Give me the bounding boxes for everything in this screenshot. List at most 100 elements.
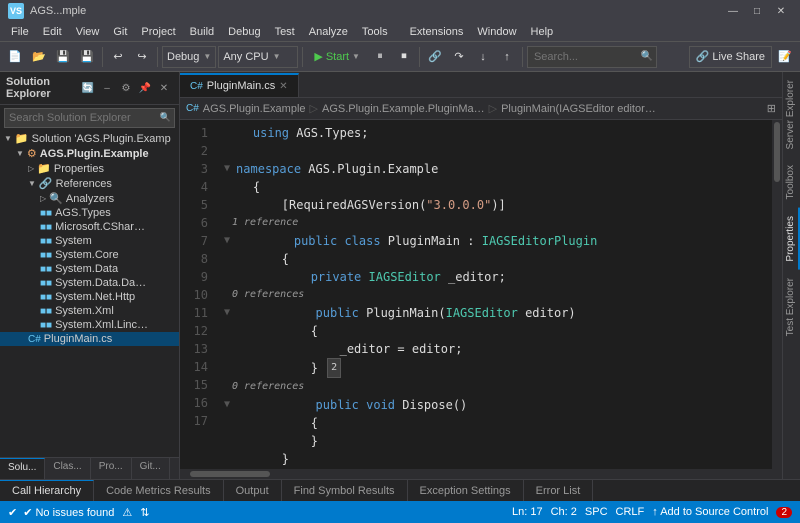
se-pin-btn[interactable]: 📌 bbox=[136, 79, 154, 97]
tab-solution[interactable]: Solu... bbox=[0, 458, 45, 479]
menu-tools[interactable]: Tools bbox=[355, 24, 395, 40]
maximize-button[interactable]: □ bbox=[746, 2, 768, 20]
new-project-btn[interactable]: 📄 bbox=[4, 46, 26, 68]
tree-arrow-references: ▼ bbox=[28, 179, 36, 188]
vsb-thumb[interactable] bbox=[774, 122, 780, 182]
se-refresh-btn[interactable]: 🔄 bbox=[79, 79, 97, 97]
menu-debug[interactable]: Debug bbox=[221, 24, 267, 40]
feedback-btn[interactable]: 📝 bbox=[774, 46, 796, 68]
menu-project[interactable]: Project bbox=[134, 24, 182, 40]
tree-item-references[interactable]: ▼ 🔗 References bbox=[0, 176, 179, 191]
debug-mode-dropdown[interactable]: Debug ▼ bbox=[162, 46, 216, 68]
tree-item-systemXml[interactable]: ■■ System.Xml bbox=[0, 304, 179, 318]
right-tab-toolbox[interactable]: Toolbox bbox=[783, 157, 800, 207]
editor-tab-pluginMain[interactable]: C# PluginMain.cs ✕ bbox=[180, 73, 299, 97]
breadcrumb-3[interactable]: PluginMain(IAGSEditor editor… bbox=[501, 103, 656, 115]
editor-tab-close[interactable]: ✕ bbox=[279, 81, 287, 92]
status-col: Ch: 2 bbox=[551, 506, 577, 518]
menu-window[interactable]: Window bbox=[470, 24, 523, 40]
code-editor[interactable]: using AGS.Types; ▼ namespace AGS.Plugin.… bbox=[216, 120, 772, 469]
start-button[interactable]: ▶ Start ▼ bbox=[307, 46, 367, 68]
menu-extensions[interactable]: Extensions bbox=[403, 24, 471, 40]
breadcrumb-2[interactable]: AGS.Plugin.Example.PluginMa… bbox=[322, 103, 485, 115]
code-line-4: { bbox=[224, 178, 764, 196]
menu-test[interactable]: Test bbox=[268, 24, 302, 40]
system-label: System bbox=[55, 235, 92, 247]
project-label: AGS.Plugin.Example bbox=[40, 148, 149, 160]
menu-view[interactable]: View bbox=[69, 24, 107, 40]
code-line-6: ▼ public class PluginMain : IAGSEditorPl… bbox=[224, 232, 764, 250]
minimize-button[interactable]: — bbox=[722, 2, 744, 20]
tree-item-systemNet[interactable]: ■■ System.Net.Http bbox=[0, 290, 179, 304]
hscrollbar[interactable] bbox=[180, 469, 782, 479]
tree-item-solution[interactable]: ▼ 📁 Solution 'AGS.Plugin.Examp bbox=[0, 131, 179, 146]
tree-item-properties[interactable]: ▷ 📁 Properties bbox=[0, 161, 179, 176]
title-bar: VS AGS...mple — □ ✕ bbox=[0, 0, 800, 22]
search-input[interactable] bbox=[527, 46, 657, 68]
platform-dropdown[interactable]: Any CPU ▼ bbox=[218, 46, 298, 68]
tab-git[interactable]: Git... bbox=[132, 458, 170, 479]
bottom-tab-findSymbol[interactable]: Find Symbol Results bbox=[282, 480, 408, 501]
tree-item-systemXmlLinc[interactable]: ■■ System.Xml.Linc… bbox=[0, 318, 179, 332]
bottom-tab-output[interactable]: Output bbox=[224, 480, 282, 501]
tab-pro[interactable]: Pro... bbox=[91, 458, 132, 479]
sep2 bbox=[157, 47, 158, 67]
right-tab-test-explorer[interactable]: Test Explorer bbox=[783, 270, 800, 344]
sep3 bbox=[302, 47, 303, 67]
menu-analyze[interactable]: Analyze bbox=[302, 24, 355, 40]
live-share-button[interactable]: 🔗 Live Share bbox=[689, 46, 772, 68]
menu-help[interactable]: Help bbox=[524, 24, 561, 40]
tree-item-project[interactable]: ▼ ⚙ AGS.Plugin.Example bbox=[0, 146, 179, 161]
right-tab-server-explorer[interactable]: Server Explorer bbox=[783, 72, 800, 157]
systemDataDa-label: System.Data.Da… bbox=[55, 277, 146, 289]
solution-search-input[interactable] bbox=[4, 108, 175, 128]
menu-build[interactable]: Build bbox=[183, 24, 221, 40]
tab-class[interactable]: Clas... bbox=[45, 458, 90, 479]
code-line-11: _editor = editor; bbox=[224, 340, 764, 358]
tree-item-systemDataDa[interactable]: ■■ System.Data.Da… bbox=[0, 276, 179, 290]
tree-item-systemData[interactable]: ■■ System.Data bbox=[0, 262, 179, 276]
code-line-9: ▼ public PluginMain(IAGSEditor editor) bbox=[224, 304, 764, 322]
se-close-btn[interactable]: ✕ bbox=[155, 79, 173, 97]
tree-item-system[interactable]: ■■ System bbox=[0, 234, 179, 248]
vertical-scrollbar[interactable] bbox=[772, 120, 782, 469]
save-btn[interactable]: 💾 bbox=[52, 46, 74, 68]
bottom-tab-codeMetrics[interactable]: Code Metrics Results bbox=[94, 480, 224, 501]
breadcrumb-1[interactable]: AGS.Plugin.Example bbox=[203, 103, 306, 115]
tree-item-systemCore[interactable]: ■■ System.Core bbox=[0, 248, 179, 262]
save-all-btn[interactable]: 💾 bbox=[76, 46, 98, 68]
analyzers-icon: 🔍 bbox=[49, 192, 63, 205]
se-collapse-btn[interactable]: – bbox=[98, 79, 116, 97]
pluginMain-icon: C# bbox=[28, 334, 41, 345]
bracket-indicator[interactable]: 2 bbox=[327, 358, 341, 378]
step-into-btn[interactable]: ↓ bbox=[472, 46, 494, 68]
step-over-btn[interactable]: ↷ bbox=[448, 46, 470, 68]
step-out-btn[interactable]: ↑ bbox=[496, 46, 518, 68]
se-properties-btn[interactable]: ⚙ bbox=[117, 79, 135, 97]
bottom-tab-errorList[interactable]: Error List bbox=[524, 480, 594, 501]
close-button[interactable]: ✕ bbox=[770, 2, 792, 20]
tree-item-analyzers[interactable]: ▷ 🔍 Analyzers bbox=[0, 191, 179, 206]
menu-file[interactable]: File bbox=[4, 24, 36, 40]
tree-item-mscsharp[interactable]: ■■ Microsoft.CShar… bbox=[0, 220, 179, 234]
bottom-tab-exceptionSettings[interactable]: Exception Settings bbox=[408, 480, 524, 501]
menu-git[interactable]: Git bbox=[106, 24, 134, 40]
open-btn[interactable]: 📂 bbox=[28, 46, 50, 68]
undo-btn[interactable]: ↩ bbox=[107, 46, 129, 68]
tree-item-agsTypes[interactable]: ■■ AGS.Types bbox=[0, 206, 179, 220]
attach-btn[interactable]: 🔗 bbox=[424, 46, 446, 68]
debug-mode-label: Debug bbox=[167, 51, 199, 63]
tree-item-pluginMain[interactable]: C# PluginMain.cs bbox=[0, 332, 179, 346]
add-to-source-control[interactable]: ↑ Add to Source Control bbox=[652, 506, 768, 518]
hscrollbar-thumb[interactable] bbox=[190, 471, 270, 477]
redo-btn[interactable]: ↪ bbox=[131, 46, 153, 68]
pause-btn[interactable]: ⏸ bbox=[369, 46, 391, 68]
solution-explorer-header: Solution Explorer 🔄 – ⚙ 📌 ✕ bbox=[0, 72, 179, 105]
pluginMain-label: PluginMain.cs bbox=[44, 333, 112, 345]
bottom-tab-callHierarchy[interactable]: Call Hierarchy bbox=[0, 480, 94, 501]
stop-btn[interactable]: ⏹ bbox=[393, 46, 415, 68]
menu-edit[interactable]: Edit bbox=[36, 24, 69, 40]
mscsharp-label: Microsoft.CShar… bbox=[55, 221, 145, 233]
breadcrumb-expand[interactable]: ⊞ bbox=[767, 102, 776, 115]
right-tab-properties[interactable]: Properties bbox=[783, 208, 800, 270]
